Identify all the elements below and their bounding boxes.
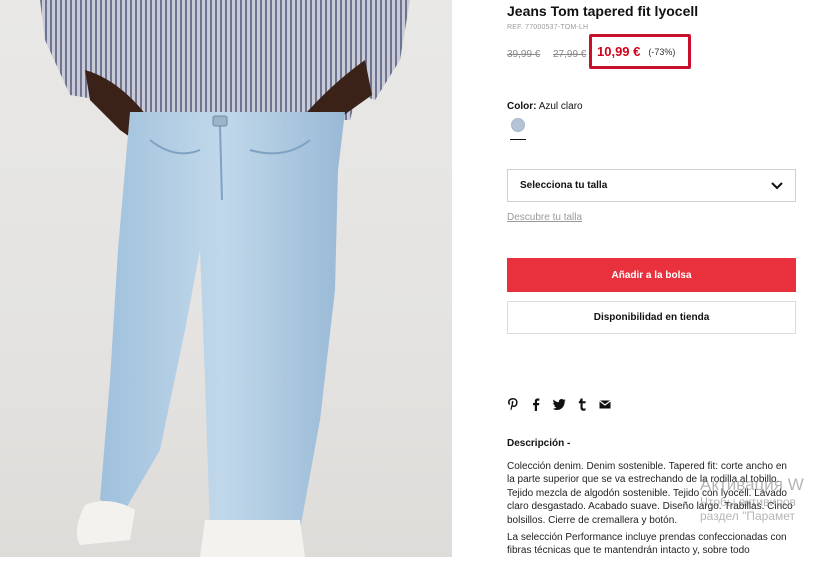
description-toggle[interactable]: - [567, 438, 570, 449]
original-price: 39,99 € [507, 49, 541, 60]
product-reference: REF. 77000537-TOM-LH [507, 24, 589, 31]
watermark-line: раздел "Парамет [700, 509, 795, 523]
sale-price-highlight: 10,99 € (-73%) [589, 34, 691, 69]
selected-swatch-indicator [510, 139, 526, 140]
color-value: Azul claro [538, 101, 583, 112]
discount-badge: (-73%) [648, 46, 676, 57]
watermark-line: Активация W [700, 475, 804, 494]
watermark-line: Чтобы активиров [700, 495, 796, 509]
color-label-key: Color: [507, 101, 537, 112]
size-select[interactable]: Selecciona tu talla [507, 169, 796, 202]
sale-price: 10,99 € [597, 44, 641, 59]
tumblr-icon[interactable] [575, 397, 589, 411]
color-swatch-azul-claro[interactable] [511, 118, 525, 132]
description-heading[interactable]: Descripción - [507, 438, 570, 449]
chevron-down-icon [771, 177, 783, 195]
email-icon[interactable] [598, 397, 612, 411]
os-activation-watermark: Активация W Чтобы активиров раздел "Пара… [700, 475, 804, 523]
product-image [0, 0, 452, 557]
size-select-label: Selecciona tu talla [520, 180, 608, 191]
add-to-bag-button[interactable]: Añadir a la bolsa [507, 258, 796, 292]
store-availability-button[interactable]: Disponibilidad en tienda [507, 301, 796, 334]
description-paragraph: La selección Performance incluye prendas… [507, 532, 787, 557]
facebook-icon[interactable] [529, 397, 543, 411]
previous-price: 27,99 € [553, 49, 587, 60]
product-title: Jeans Tom tapered fit lyocell [507, 3, 699, 19]
color-label: Color: Azul claro [507, 101, 583, 112]
pinterest-icon[interactable] [506, 397, 520, 411]
twitter-icon[interactable] [552, 397, 566, 411]
description-title: Descripción [507, 438, 565, 449]
size-guide-link[interactable]: Descubre tu talla [507, 212, 582, 223]
model-illustration [40, 0, 410, 557]
share-bar [506, 397, 612, 411]
